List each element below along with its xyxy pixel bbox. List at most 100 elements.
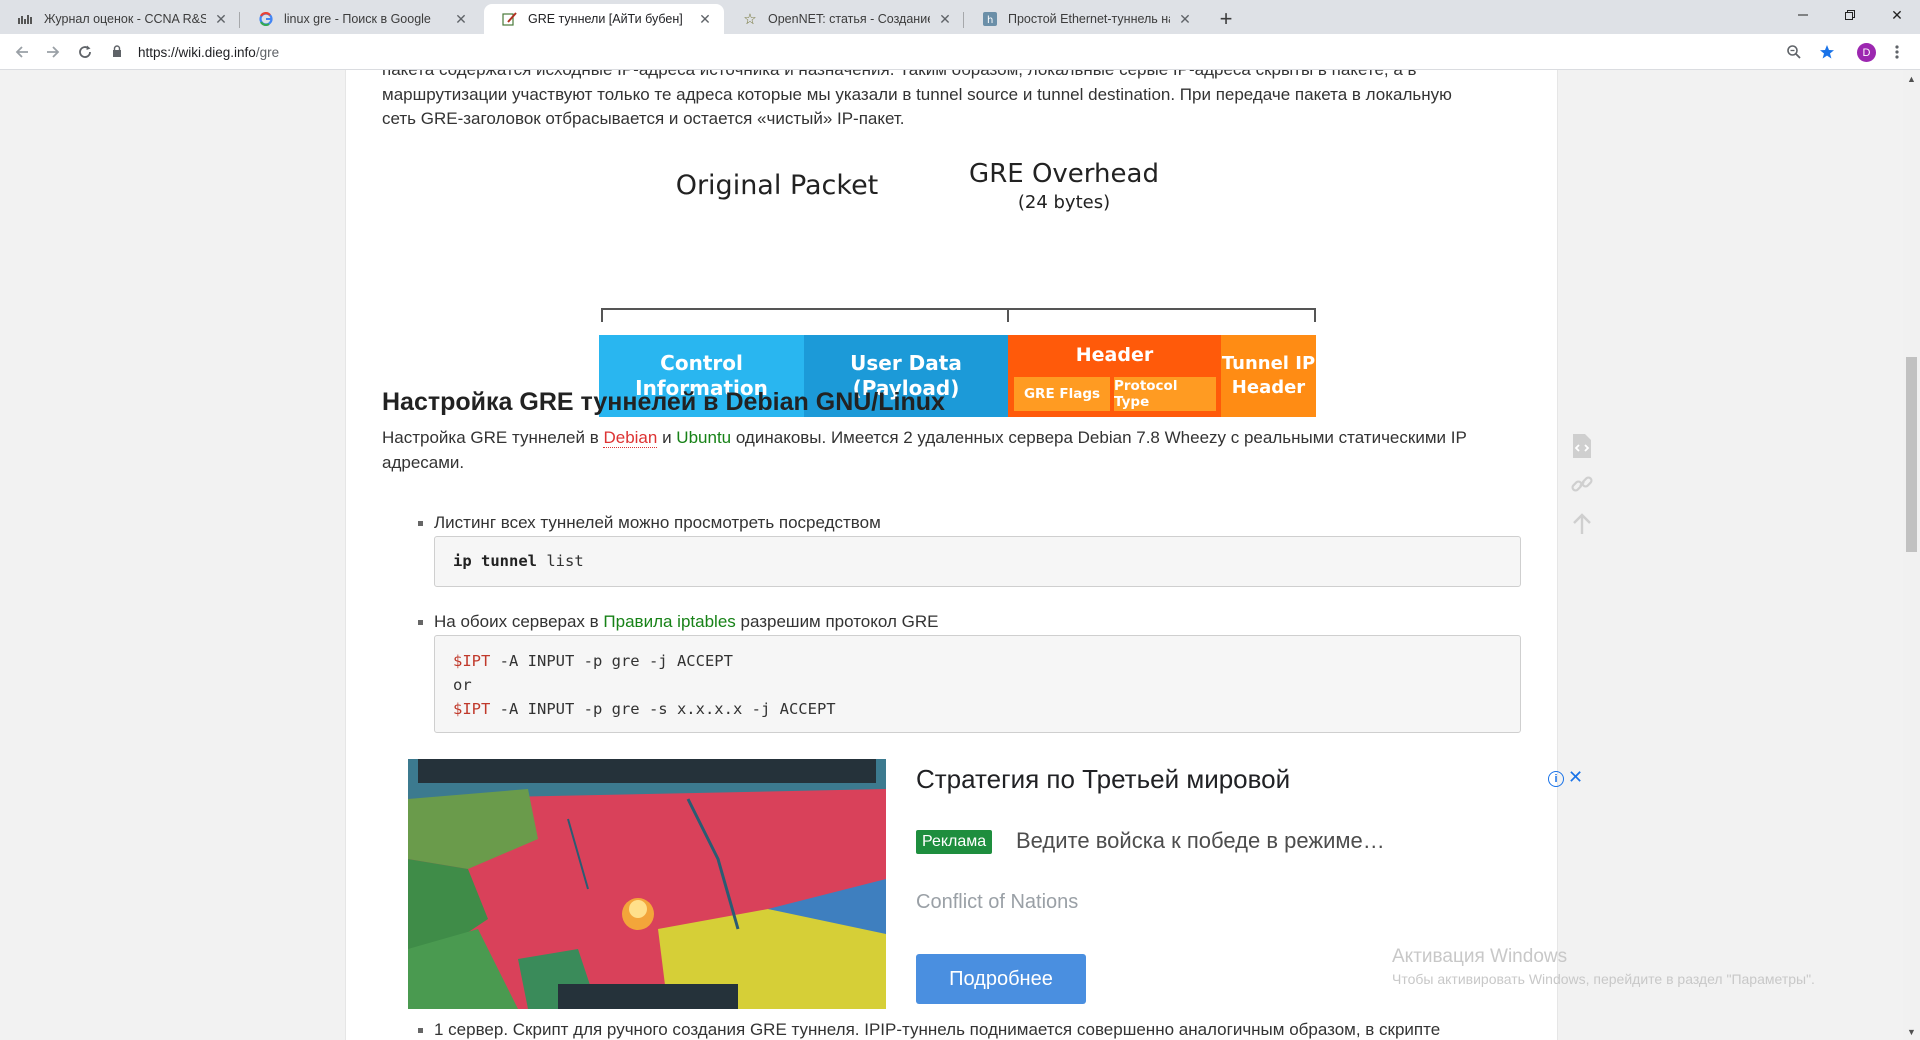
- minimize-button[interactable]: [1780, 0, 1826, 30]
- intro-line: сеть GRE-заголовок отбрасывается и остае…: [382, 109, 905, 128]
- code-text: list: [537, 552, 584, 570]
- show-source-icon[interactable]: [1568, 432, 1596, 460]
- header-label: Header: [1075, 344, 1154, 366]
- tab-opennet[interactable]: ☆ OpenNET: статья - Создание VPN ✕: [724, 4, 964, 34]
- reload-button[interactable]: [71, 38, 99, 66]
- list-item-tunnel-list: Листинг всех туннелей можно просмотреть …: [434, 513, 881, 532]
- list-item-server-script: 1 сервер. Скрипт для ручного создания GR…: [434, 1020, 1441, 1039]
- url-host: https://wiki.dieg.info: [138, 44, 256, 60]
- gre-overhead-label: GRE Overhead: [969, 159, 1159, 189]
- tab-title: linux gre - Поиск в Google: [284, 12, 431, 26]
- tunnel-line-2: Header: [1231, 377, 1306, 398]
- close-icon[interactable]: ✕: [696, 10, 714, 28]
- code-text: -A INPUT -p gre -s x.x.x.x -j ACCEPT: [490, 700, 836, 718]
- wiki-pencil-icon: [502, 11, 518, 27]
- control-line-1: Control: [660, 351, 743, 375]
- iptables-rules-link[interactable]: Правила iptables: [603, 612, 735, 631]
- gre-overhead-size: (24 bytes): [1017, 192, 1111, 213]
- url-text: https://wiki.dieg.info/gre: [138, 45, 279, 60]
- lock-icon: [112, 44, 128, 60]
- permalink-icon[interactable]: [1568, 470, 1596, 498]
- ad-brand[interactable]: Conflict of Nations: [916, 891, 1078, 914]
- protocol-type-block: Protocol Type: [1114, 377, 1216, 411]
- section-heading: Настройка GRE туннелей в Debian GNU/Linu…: [382, 388, 945, 416]
- tab-google-search[interactable]: linux gre - Поиск в Google ✕: [240, 4, 480, 34]
- bracket-tick: [601, 308, 603, 322]
- address-bar[interactable]: https://wiki.dieg.info/gre: [112, 39, 1832, 65]
- code-variable: $IPT: [453, 652, 491, 670]
- vertical-scrollbar[interactable]: [1903, 70, 1920, 1040]
- tab-gre-tunnels[interactable]: GRE туннели [АйТи бубен] ✕: [484, 4, 724, 34]
- forward-button[interactable]: [39, 38, 67, 66]
- list-item-iptables: На обоих серверах в Правила iptables раз…: [434, 611, 938, 633]
- close-icon[interactable]: ✕: [212, 10, 230, 28]
- code-text: or: [453, 676, 472, 694]
- page-viewport: пакета содержатся исходные IP-адреса ист…: [0, 70, 1920, 1040]
- user-line-1: User Data: [850, 351, 962, 375]
- new-tab-button[interactable]: +: [1212, 6, 1240, 32]
- debian-paragraph: Настройка GRE туннелей в Debian и Ubuntu…: [382, 426, 1517, 475]
- original-packet-label: Original Packet: [675, 170, 879, 201]
- scroll-down-arrow[interactable]: ▼: [1903, 1023, 1920, 1040]
- tab-title: OpenNET: статья - Создание VPN: [768, 12, 930, 26]
- ad-badge: Реклама: [916, 830, 993, 854]
- windows-activation-subtitle: Чтобы активировать Windows, перейдите в …: [1392, 971, 1815, 987]
- ad-cta-button[interactable]: Подробнее: [916, 954, 1086, 1004]
- profile-avatar[interactable]: D: [1857, 43, 1876, 62]
- debian-link[interactable]: Debian: [603, 428, 658, 448]
- scrollbar-thumb[interactable]: [1906, 357, 1917, 552]
- code-block-iptables[interactable]: $IPT -A INPUT -p gre -j ACCEPT or $IPT -…: [434, 635, 1521, 733]
- restore-button[interactable]: [1827, 0, 1873, 30]
- gre-packet-diagram: Original Packet GRE Overhead (24 bytes) …: [592, 150, 1316, 417]
- close-icon[interactable]: ✕: [452, 10, 470, 28]
- para-text: одинаковы. Имеется 2 удаленных сервера D…: [731, 428, 1467, 447]
- para-text: и: [657, 428, 677, 447]
- list-bullet: [418, 620, 423, 625]
- close-window-button[interactable]: ✕: [1874, 0, 1920, 30]
- gre-flags-block: GRE Flags: [1014, 377, 1110, 411]
- article-page: пакета содержатся исходные IP-адреса ист…: [345, 70, 1583, 1040]
- zoom-icon[interactable]: [1782, 40, 1806, 64]
- windows-activation-title: Активация Windows: [1392, 946, 1568, 967]
- list-bullet: [418, 1028, 423, 1033]
- code-keyword: ip tunnel: [453, 552, 537, 570]
- tab-title: Журнал оценок - CCNA R&S: Sc: [44, 12, 206, 26]
- code-block-tunnel-list[interactable]: ip tunnel list: [434, 536, 1521, 587]
- list-bullet: [418, 521, 423, 526]
- bracket-tick: [1314, 308, 1316, 322]
- close-icon[interactable]: ✕: [1176, 10, 1194, 28]
- tab-title: GRE туннели [АйТи бубен]: [528, 12, 683, 26]
- code-variable: $IPT: [453, 700, 491, 718]
- url-path: /gre: [255, 44, 280, 60]
- tab-gradebook[interactable]: Журнал оценок - CCNA R&S: Sc ✕: [0, 4, 240, 34]
- menu-icon[interactable]: [1885, 40, 1909, 64]
- ad-title[interactable]: Стратегия по Третьей мировой: [916, 764, 1290, 795]
- tab-title: Простой Ethernet-туннель на Li: [1008, 12, 1170, 26]
- info-icon[interactable]: i: [1548, 771, 1564, 787]
- intro-paragraph: пакета содержатся исходные IP-адреса ист…: [382, 70, 1517, 132]
- bookmark-star-icon[interactable]: [1815, 40, 1839, 64]
- item-text: разрешим протокол GRE: [735, 612, 939, 631]
- intro-line: пакета содержатся исходные IP-адреса ист…: [382, 70, 1517, 83]
- para-text: Настройка GRE туннелей в: [382, 428, 604, 447]
- bracket-line: [601, 308, 1316, 310]
- advertisement[interactable]: Стратегия по Третьей мировой Реклама Вед…: [408, 759, 1583, 1009]
- gradebook-icon: [18, 11, 34, 27]
- ubuntu-link[interactable]: Ubuntu: [676, 428, 731, 447]
- game-map-image[interactable]: [408, 759, 886, 1009]
- close-ad-icon[interactable]: ✕: [1568, 767, 1583, 788]
- tab-ethernet-tunnel[interactable]: h Простой Ethernet-туннель на Li ✕: [964, 4, 1204, 34]
- svg-text:h: h: [987, 15, 993, 26]
- bracket-tick: [1007, 308, 1009, 322]
- para-text: адресами.: [382, 452, 465, 472]
- tunnel-ip-header-block: Tunnel IP Header: [1221, 335, 1316, 417]
- habr-icon: h: [982, 11, 998, 27]
- close-icon[interactable]: ✕: [936, 10, 954, 28]
- intro-line: маршрутизации участвуют только те адреса…: [382, 84, 1452, 104]
- tab-strip: Журнал оценок - CCNA R&S: Sc ✕ linux gre…: [0, 0, 1920, 34]
- ad-description[interactable]: Ведите войска к победе в режиме…: [1016, 828, 1385, 854]
- back-button[interactable]: [8, 38, 36, 66]
- back-to-top-icon[interactable]: [1568, 510, 1596, 538]
- item-text: На обоих серверах в: [434, 612, 604, 631]
- scroll-up-arrow[interactable]: ▲: [1903, 70, 1920, 87]
